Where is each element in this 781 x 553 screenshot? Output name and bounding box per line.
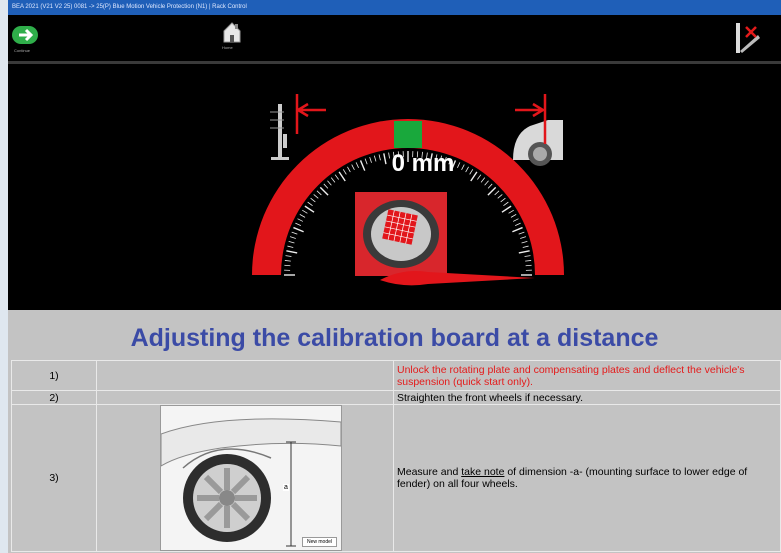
gauge-tick [342, 169, 347, 175]
gauge-tick [369, 156, 372, 163]
gauge-tick [291, 231, 298, 235]
gauge-tick [484, 180, 489, 186]
home-button-label: Home [222, 45, 233, 50]
gauge-tick [313, 194, 319, 199]
gauge-tick [508, 209, 514, 214]
home-button[interactable]: Home [222, 21, 246, 55]
gauge-tick [323, 183, 329, 189]
gauge-tick [338, 171, 346, 182]
left-distance-marker [295, 94, 326, 134]
gauge-tick [334, 174, 339, 180]
window-title: BEA 2021 (V21 V2 25) 0081 -> 25(P) Blue … [12, 4, 247, 10]
window-title-bar: BEA 2021 (V21 V2 25) 0081 -> 25(P) Blue … [8, 0, 781, 15]
gauge-tick [302, 209, 308, 214]
gauge-tick [501, 205, 512, 213]
gauge-tick [319, 186, 329, 196]
gauge-tick [293, 226, 304, 233]
gauge-tick [518, 231, 525, 235]
gauge-tick [284, 260, 291, 262]
gauge-tick [510, 214, 517, 218]
step-number: 1) [11, 360, 97, 391]
gauge-tick [286, 250, 298, 254]
gauge-tick [359, 160, 366, 171]
table-row: 3) a New model Measure and take note of … [11, 404, 781, 552]
calibration-stand-icon [270, 104, 289, 160]
step-image-cell [96, 390, 394, 405]
table-row: 1) Unlock the rotating plate and compens… [11, 360, 781, 391]
next-button-label: Continue [14, 48, 31, 53]
distance-gauge [252, 94, 564, 286]
gauge-needle [380, 271, 535, 286]
gauge-tick [299, 214, 306, 218]
gauge-tick [477, 174, 482, 180]
next-button[interactable]: Continue [11, 23, 41, 53]
vehicle-front-icon [513, 120, 563, 166]
step-image-cell: a New model [96, 404, 394, 552]
gauge-tick [487, 186, 497, 196]
application-window: BEA 2021 (V21 V2 25) 0081 -> 25(P) Blue … [8, 0, 781, 553]
gauge-tick [469, 169, 474, 175]
gauge-tick [355, 162, 359, 169]
step-text: Measure and take note of dimension -a- (… [393, 404, 781, 552]
table-row: 2) Straighten the front wheels if necess… [11, 390, 781, 405]
gauge-tick [327, 180, 332, 186]
gauge-area: 0 mm [8, 64, 781, 310]
gauge-tick [297, 218, 304, 222]
gauge-tick [500, 197, 506, 203]
exit-button[interactable] [732, 21, 764, 57]
gauge-tick [316, 190, 322, 196]
gauge-tick [524, 255, 531, 257]
gauge-tick [494, 190, 500, 196]
step-text-part: Measure and [397, 466, 462, 478]
step-number: 3) [11, 404, 97, 552]
gauge-tick [364, 158, 368, 165]
gauge-tick [288, 240, 295, 244]
gauge-tick [373, 155, 377, 162]
gauge-tick [512, 226, 523, 233]
instructions-panel: Adjusting the calibration board at a dis… [8, 310, 781, 553]
page-title: Adjusting the calibration board at a dis… [130, 324, 659, 352]
step-number: 2) [11, 390, 97, 405]
home-icon [223, 22, 241, 43]
gauge-tick [497, 194, 503, 199]
gauge-tick [521, 240, 528, 244]
dimension-label: a [283, 484, 289, 491]
exit-ramp-icon [736, 23, 760, 53]
gauge-tick [525, 260, 532, 262]
gauge-tick [512, 218, 519, 222]
gauge-tick [503, 201, 509, 206]
step-image-cell [96, 360, 394, 391]
gauge-tick [304, 205, 315, 213]
step-text-emphasis: take note [461, 466, 505, 478]
gauge-tick [330, 177, 336, 183]
gauge-tick [347, 166, 351, 173]
steps-table: 1) Unlock the rotating plate and compens… [11, 360, 781, 552]
gauge-tick [520, 236, 527, 239]
gauge-tick [522, 245, 529, 248]
gauge-tick [310, 197, 316, 203]
gauge-tick [287, 245, 294, 248]
image-caption: New model [301, 537, 337, 547]
gauge-tick [470, 171, 478, 182]
arrow-right-icon [12, 26, 38, 44]
gauge-tick [307, 201, 313, 206]
gauge-tick [285, 255, 292, 257]
distance-readout: 0 mm [391, 150, 455, 177]
step-text: Straighten the front wheels if necessary… [393, 390, 781, 405]
gauge-tick [480, 177, 486, 183]
gauge-tick [289, 236, 296, 239]
gauge-tick [518, 250, 530, 254]
gauge-tick [295, 222, 302, 226]
gauge-tick [514, 222, 521, 226]
toolbar: Continue Home [8, 15, 781, 61]
step-text: Unlock the rotating plate and compensati… [393, 360, 781, 391]
gauge-tick [351, 164, 355, 171]
fender-measurement-illustration: a New model [160, 405, 342, 551]
gauge-tick [487, 183, 493, 189]
gauge-zero-indicator [394, 121, 422, 148]
target-board-icon [382, 209, 418, 245]
